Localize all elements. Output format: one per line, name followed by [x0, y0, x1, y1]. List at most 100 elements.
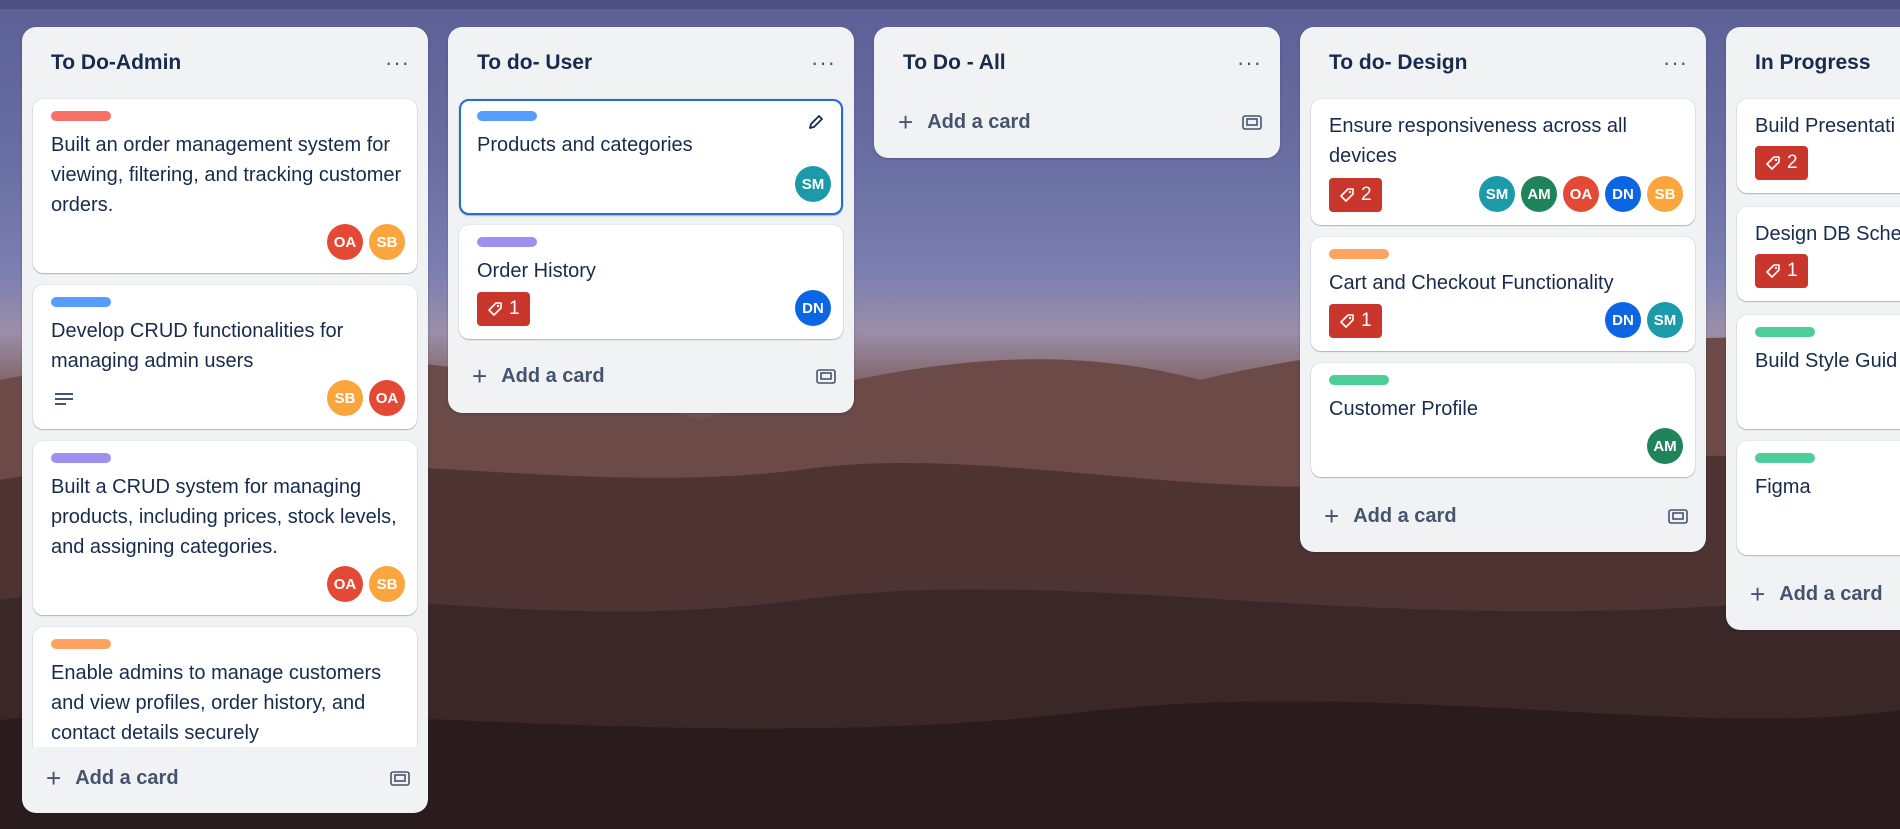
card[interactable]: Built a CRUD system for managing product…	[33, 441, 417, 615]
tag-icon	[1766, 264, 1780, 278]
card-label	[1329, 249, 1389, 259]
avatar[interactable]: OA	[369, 380, 405, 416]
badge-count: 1	[509, 298, 520, 319]
card[interactable]: Products and categories SM	[459, 99, 843, 215]
card[interactable]: Built an order management system for vie…	[33, 99, 417, 273]
add-card-button[interactable]: + Add a card	[898, 109, 1031, 135]
card-members: SM AM OA DN SB	[1479, 176, 1683, 212]
badge-count: 1	[1361, 310, 1372, 331]
label-badge[interactable]: 1	[1755, 254, 1808, 288]
card-label	[1329, 375, 1389, 385]
card-title: Customer Profile	[1329, 398, 1478, 420]
add-card-button[interactable]: + Add a card	[46, 765, 179, 791]
create-from-template-icon[interactable]	[390, 769, 410, 787]
card-members: DN	[795, 290, 831, 326]
list-title[interactable]: To do- Design	[1329, 51, 1467, 75]
add-card-label: Add a card	[75, 766, 179, 789]
card-title: Order History	[477, 260, 596, 282]
tag-icon	[1340, 314, 1354, 328]
card-members: DN SM	[1605, 302, 1683, 338]
list-header: In Progress	[1726, 27, 1900, 99]
list-title[interactable]: To do- User	[477, 51, 592, 75]
card-title: Build Presentati	[1755, 115, 1896, 137]
list-header: To do- User ···	[448, 27, 854, 99]
add-card-row: + Add a card	[874, 93, 1280, 151]
avatar[interactable]: OA	[1563, 176, 1599, 212]
more-options-icon[interactable]: ···	[1663, 50, 1688, 76]
card-title: Built an order management system for vie…	[51, 134, 402, 216]
tag-icon	[1340, 188, 1354, 202]
label-badge[interactable]: 2	[1329, 178, 1382, 212]
card[interactable]: Build Style Guid	[1737, 315, 1900, 429]
card[interactable]: Order History 1 DN	[459, 225, 843, 339]
avatar[interactable]: OA	[327, 224, 363, 260]
add-card-label: Add a card	[501, 364, 605, 387]
avatar[interactable]: DN	[1605, 176, 1641, 212]
card-label	[1755, 327, 1815, 337]
card-title: Develop CRUD functionalities for managin…	[51, 320, 344, 372]
add-card-row: + Add a card	[1300, 487, 1706, 545]
card-label	[51, 111, 111, 121]
avatar[interactable]: SM	[1479, 176, 1515, 212]
avatar[interactable]: SB	[327, 380, 363, 416]
add-card-label: Add a card	[1353, 504, 1457, 527]
avatar[interactable]: AM	[1647, 428, 1683, 464]
card-title: Figma	[1755, 476, 1811, 498]
card-title: Built a CRUD system for managing product…	[51, 476, 397, 558]
avatar[interactable]: SM	[795, 166, 831, 202]
add-card-button[interactable]: + Add a card	[472, 363, 605, 389]
create-from-template-icon[interactable]	[816, 367, 836, 385]
list-to-do-design: To do- Design ··· Ensure responsiveness …	[1300, 27, 1706, 552]
plus-icon: +	[1324, 501, 1340, 531]
card[interactable]: Develop CRUD functionalities for managin…	[33, 285, 417, 429]
add-card-row: + Add a card	[22, 749, 428, 807]
avatar[interactable]: SB	[1647, 176, 1683, 212]
label-badge[interactable]: 1	[1329, 304, 1382, 338]
card[interactable]: Figma	[1737, 441, 1900, 555]
add-card-button[interactable]: + Add a card	[1324, 503, 1457, 529]
avatar[interactable]: DN	[795, 290, 831, 326]
list-in-progress: In Progress Build Presentati 2 Design DB…	[1726, 27, 1900, 630]
avatar[interactable]: DN	[1605, 302, 1641, 338]
card-label	[51, 639, 111, 649]
card-title: Design DB Sche	[1755, 223, 1900, 245]
create-from-template-icon[interactable]	[1242, 113, 1262, 131]
avatar[interactable]: AM	[1521, 176, 1557, 212]
label-badge[interactable]: 1	[477, 292, 530, 326]
card[interactable]: Build Presentati 2	[1737, 99, 1900, 193]
card-title: Build Style Guid	[1755, 350, 1898, 372]
top-bar	[0, 0, 1900, 9]
list-header: To do- Design ···	[1300, 27, 1706, 99]
card-members: OA SB	[327, 224, 405, 260]
edit-pencil-icon[interactable]	[807, 113, 825, 131]
card[interactable]: Ensure responsiveness across all devices…	[1311, 99, 1695, 225]
avatar[interactable]: SM	[1647, 302, 1683, 338]
list-title[interactable]: To Do - All	[903, 51, 1006, 75]
card-label	[477, 237, 537, 247]
list-to-do-all: To Do - All ··· + Add a card	[874, 27, 1280, 158]
card[interactable]: Customer Profile AM	[1311, 363, 1695, 477]
create-from-template-icon[interactable]	[1668, 507, 1688, 525]
add-card-label: Add a card	[1779, 582, 1883, 605]
label-badge[interactable]: 2	[1755, 146, 1808, 180]
add-card-button[interactable]: + Add a card	[1750, 581, 1883, 607]
card-title: Products and categories	[477, 134, 693, 156]
card[interactable]: Cart and Checkout Functionality 1 DN SM	[1311, 237, 1695, 351]
card-title: Ensure responsiveness across all devices	[1329, 115, 1627, 167]
avatar[interactable]: OA	[327, 566, 363, 602]
avatar[interactable]: SB	[369, 224, 405, 260]
badge-count: 2	[1361, 184, 1372, 205]
plus-icon: +	[472, 361, 488, 391]
card-label	[1755, 453, 1815, 463]
card-label	[51, 297, 111, 307]
card-title: Cart and Checkout Functionality	[1329, 272, 1614, 294]
card[interactable]: Design DB Sche 1	[1737, 207, 1900, 301]
card[interactable]: Enable admins to manage customers and vi…	[33, 627, 417, 747]
card-title: Enable admins to manage customers and vi…	[51, 662, 382, 744]
list-title[interactable]: In Progress	[1755, 51, 1871, 75]
more-options-icon[interactable]: ···	[811, 50, 836, 76]
plus-icon: +	[46, 763, 62, 793]
more-options-icon[interactable]: ···	[1237, 50, 1262, 76]
add-card-label: Add a card	[927, 110, 1031, 133]
avatar[interactable]: SB	[369, 566, 405, 602]
